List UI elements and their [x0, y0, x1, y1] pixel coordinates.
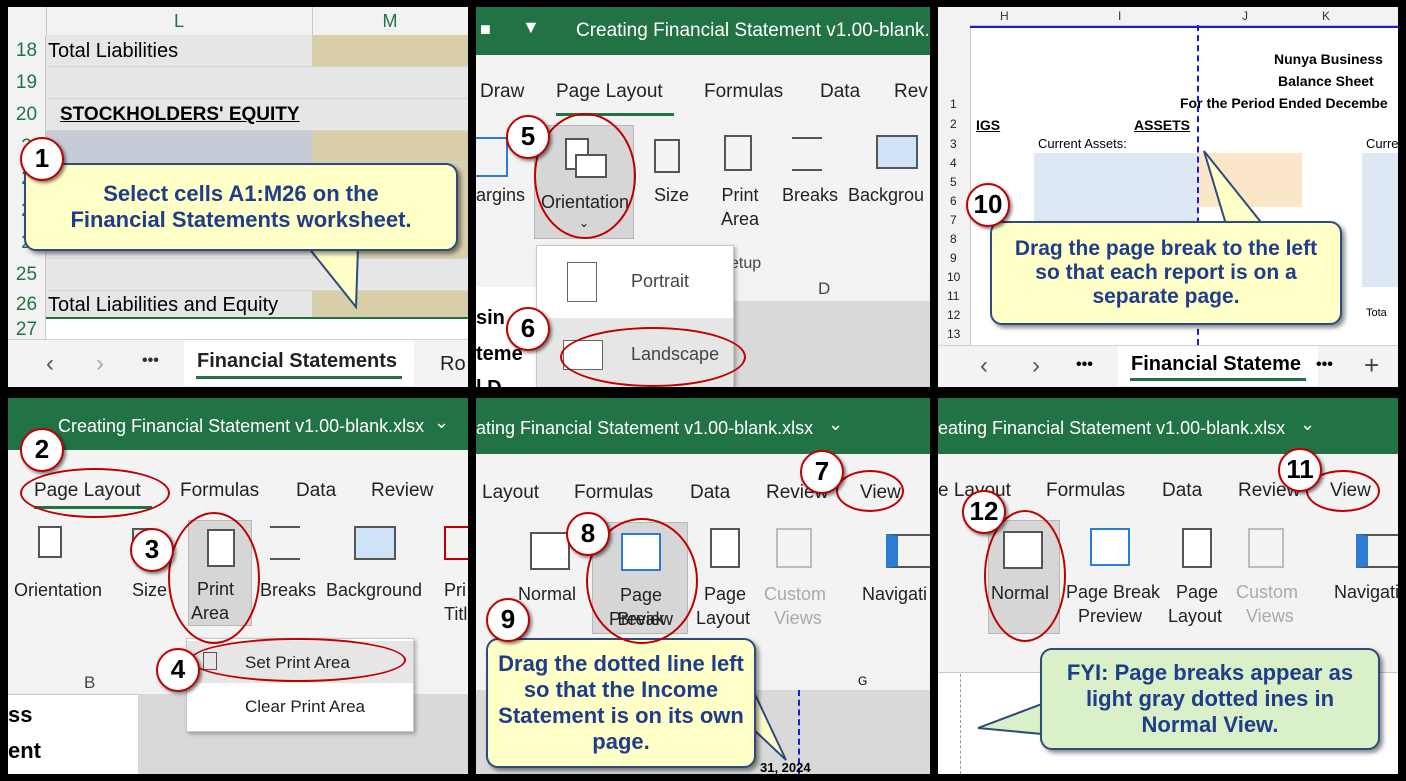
highlight-print-area — [168, 512, 260, 644]
window-title: Creating Financial Statement v1.00-blank… — [58, 416, 425, 436]
breaks-icon — [270, 526, 300, 560]
highlight-landscape — [560, 327, 746, 387]
tab-draw[interactable]: Draw — [480, 81, 524, 103]
step-number-badge: 2 — [20, 428, 64, 472]
step-number-badge: 1 — [20, 137, 64, 181]
step-number-badge: 7 — [800, 450, 844, 494]
active-tab-underline — [1130, 378, 1306, 381]
partial-cell-text: ss — [8, 702, 33, 727]
orientation-label[interactable]: Orientation — [14, 578, 102, 602]
step-number-badge: 6 — [506, 307, 550, 351]
tab-formulas[interactable]: Formulas — [180, 480, 259, 502]
orientation-icon — [38, 526, 62, 558]
print-area-label[interactable]: Print Area — [708, 183, 772, 231]
panel-normal-view: eating Financial Statement v1.00-blank.x… — [938, 398, 1398, 774]
sheet-area — [726, 301, 930, 387]
size-icon — [654, 139, 680, 173]
background-icon — [354, 526, 396, 560]
print-titles-label[interactable]: Pri — [444, 578, 466, 602]
margins-label[interactable]: argins — [476, 183, 525, 207]
size-label[interactable]: Size — [654, 183, 689, 207]
background-label[interactable]: Backgrou — [848, 183, 924, 207]
instruction-callout: Drag the page break to the left so that … — [990, 221, 1342, 325]
highlight-view-tab — [836, 470, 904, 512]
background-icon — [876, 135, 918, 169]
tab-formulas[interactable]: Formulas — [704, 81, 783, 103]
print-area-icon — [724, 135, 752, 171]
step-number-badge: 10 — [966, 183, 1010, 227]
portrait-option[interactable]: Portrait — [537, 246, 733, 318]
breaks-icon — [792, 137, 822, 171]
partial-cell-text: ent — [8, 738, 41, 763]
highlight-page-layout-tab — [20, 468, 170, 518]
sheet-tab-financial-statements[interactable]: Financial Stateme — [1118, 346, 1318, 386]
partial-cell-text: l D — [476, 377, 502, 387]
sheet-tab-bar: ‹ › ••• Financial Stateme ••• + — [938, 345, 1398, 387]
panel-page-break-view: ating Financial Statement v1.00-blank.xl… — [476, 398, 930, 774]
customize-qat-icon[interactable]: ▼ — [522, 17, 540, 38]
column-header-d[interactable]: D — [818, 279, 830, 299]
add-sheet-icon[interactable]: + — [1364, 350, 1379, 381]
print-titles-label-2[interactable]: Titl — [444, 602, 467, 626]
breaks-label[interactable]: Breaks — [260, 578, 316, 602]
portrait-icon — [567, 262, 597, 302]
size-label[interactable]: Size — [132, 578, 167, 602]
quick-access-icon[interactable]: ■ — [480, 19, 491, 40]
breaks-label[interactable]: Breaks — [782, 183, 838, 207]
partial-cell-text: sin — [476, 307, 505, 329]
instruction-callout: Select cells A1:M26 on the Financial Sta… — [24, 163, 458, 251]
margins-icon — [476, 137, 508, 177]
title-bar: Creating Financial Statement v1.00-blank… — [8, 398, 468, 450]
step-number-badge: 12 — [962, 490, 1006, 534]
more-sheets-icon[interactable]: ••• — [1316, 356, 1333, 374]
tab-page-layout[interactable]: Page Layout — [556, 81, 663, 103]
prev-sheet-icon[interactable]: ‹ — [980, 352, 988, 380]
clear-print-area-option[interactable]: Clear Print Area — [187, 685, 413, 727]
info-callout: FYI: Page breaks appear as light gray do… — [1040, 648, 1380, 750]
step-number-badge: 11 — [1278, 448, 1322, 492]
highlight-set-print-area — [190, 638, 406, 682]
step-number-badge: 4 — [156, 648, 200, 692]
tab-review[interactable]: Review — [371, 480, 433, 502]
title-bar: ■ ▼ Creating Financial Statement v1.00-b… — [476, 7, 930, 55]
panel-select-cells: L M 18 Total Liabilities 19 20 STOCKHOLD… — [8, 7, 468, 387]
instruction-callout: Drag the dotted line left so that the In… — [486, 638, 756, 768]
ribbon-tabs: Draw Page Layout Formulas Data Rev — [476, 55, 930, 117]
title-chevron-icon[interactable]: ⌄ — [434, 412, 449, 433]
step-number-badge: 8 — [566, 512, 610, 556]
window-title: Creating Financial Statement v1.00-blank… — [576, 20, 930, 41]
column-header-b[interactable]: B — [84, 673, 95, 693]
page-setup-group-label: etup — [730, 255, 762, 272]
step-number-badge: 9 — [486, 598, 530, 642]
panel-set-print-area: Creating Financial Statement v1.00-blank… — [8, 398, 468, 774]
panel-page-break-preview: H I J K 1 2 3 4 5 6 7 8 9 10 11 12 13 Nu… — [938, 7, 1398, 387]
step-number-badge: 5 — [506, 115, 550, 159]
panel-orientation: ■ ▼ Creating Financial Statement v1.00-b… — [476, 7, 930, 387]
background-label[interactable]: Background — [326, 578, 422, 602]
more-sheets-icon[interactable]: ••• — [1076, 356, 1093, 374]
sheet-tab-label: Financial Stateme — [1131, 353, 1302, 375]
next-sheet-icon[interactable]: › — [1032, 352, 1040, 380]
column-header-row: D — [726, 277, 930, 302]
step-number-badge: 3 — [130, 528, 174, 572]
tab-data[interactable]: Data — [296, 480, 336, 502]
clear-print-area-label: Clear Print Area — [245, 697, 365, 716]
tab-data[interactable]: Data — [820, 81, 860, 103]
print-titles-icon — [444, 526, 468, 560]
portrait-label: Portrait — [631, 271, 690, 291]
tab-review[interactable]: Rev — [894, 81, 928, 103]
